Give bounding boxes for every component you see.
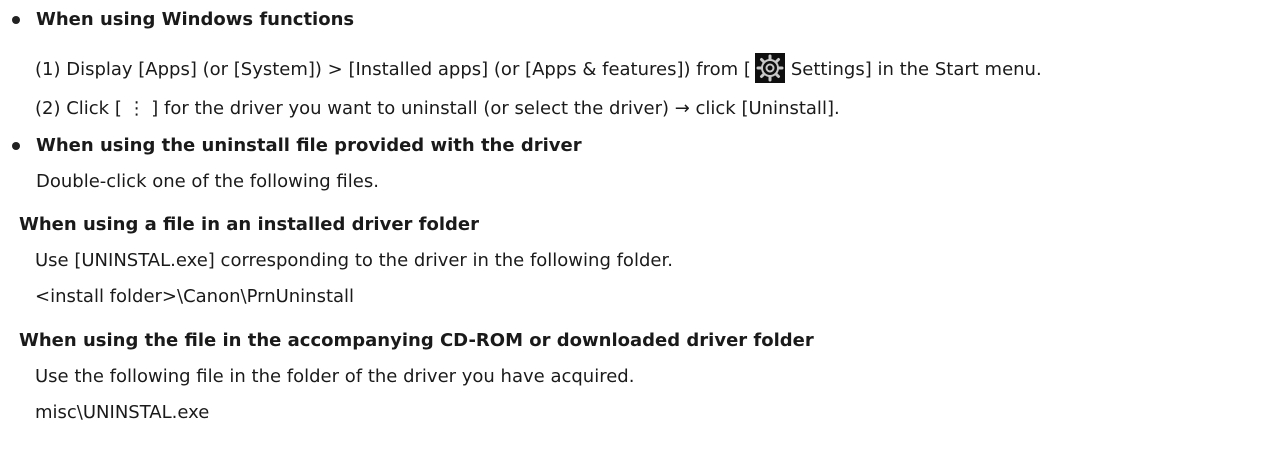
bullet-icon	[12, 142, 20, 150]
subsection-title-installed-folder: When using a file in an installed driver…	[19, 214, 480, 235]
step-1-text-after: Settings] in the Start menu.	[790, 59, 1042, 80]
subsection-description-installed-folder: Use [UNINSTAL.exe] corresponding to the …	[35, 250, 673, 271]
subsection-path-cdrom-folder: misc\UNINSTAL.exe	[35, 402, 210, 423]
step-2: (2) Click [ ⋮ ] for the driver you want …	[35, 98, 840, 119]
step-1: (1) Display [Apps] (or [System]) > [Inst…	[35, 53, 1042, 83]
subsection-title-cdrom-folder: When using the file in the accompanying …	[19, 330, 814, 351]
bullet-icon	[12, 16, 20, 24]
section-intro: Double-click one of the following files.	[36, 171, 379, 192]
section-heading-uninstall-file: When using the uninstall file provided w…	[36, 135, 582, 156]
gear-icon	[754, 53, 785, 83]
subsection-path-installed-folder: <install folder>\Canon\PrnUninstall	[35, 286, 355, 307]
subsection-description-cdrom-folder: Use the following file in the folder of …	[35, 366, 635, 387]
step-1-text-before: (1) Display [Apps] (or [System]) > [Inst…	[35, 59, 751, 80]
section-heading-windows: When using Windows functions	[36, 9, 355, 30]
